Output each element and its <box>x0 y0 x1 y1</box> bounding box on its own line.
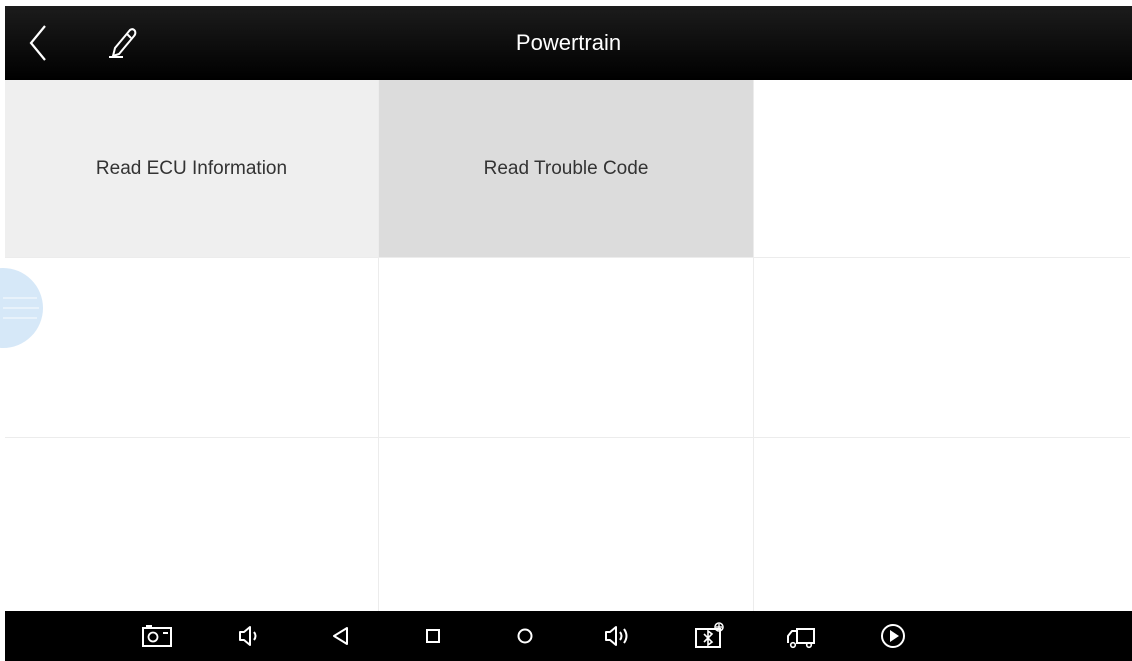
empty-grid-cell <box>379 438 754 611</box>
empty-grid-cell <box>754 258 1130 438</box>
page-title: Powertrain <box>515 30 622 55</box>
truck-icon <box>787 628 815 649</box>
recents-icon <box>426 629 440 643</box>
screenshot-button[interactable] <box>140 619 174 653</box>
volume-down-button[interactable] <box>232 619 266 653</box>
screenshot-icon <box>142 625 172 647</box>
empty-grid-cell <box>5 438 379 611</box>
vci-connection-button[interactable] <box>692 619 726 653</box>
volume-up-button[interactable] <box>600 619 634 653</box>
nav-home-button[interactable] <box>508 619 542 653</box>
empty-grid-cell <box>754 438 1130 611</box>
function-grid: Read ECU Information Read Trouble Code <box>5 80 1130 611</box>
nav-back-button[interactable] <box>324 619 358 653</box>
read-trouble-code-button[interactable]: Read Trouble Code <box>379 80 754 258</box>
empty-grid-cell <box>5 258 379 438</box>
volume-down-icon <box>239 626 257 646</box>
home-icon <box>517 628 533 644</box>
play-icon <box>881 624 905 648</box>
empty-grid-cell <box>379 258 754 438</box>
play-button[interactable] <box>876 619 910 653</box>
vci-connection-icon <box>695 622 724 648</box>
truck-button[interactable] <box>784 619 818 653</box>
title-bar: Powertrain <box>5 6 1132 80</box>
menu-lines-icon <box>3 297 39 319</box>
floating-assist-button[interactable] <box>0 268 43 348</box>
system-navigation-bar <box>5 611 1132 661</box>
volume-up-icon <box>605 626 628 646</box>
powertrain-screen: Powertrain Read ECU Information Read Tro… <box>0 0 1132 661</box>
nav-recents-button[interactable] <box>416 619 450 653</box>
read-ecu-information-button[interactable]: Read ECU Information <box>5 80 379 258</box>
back-icon <box>333 627 348 645</box>
empty-grid-cell <box>754 80 1130 258</box>
